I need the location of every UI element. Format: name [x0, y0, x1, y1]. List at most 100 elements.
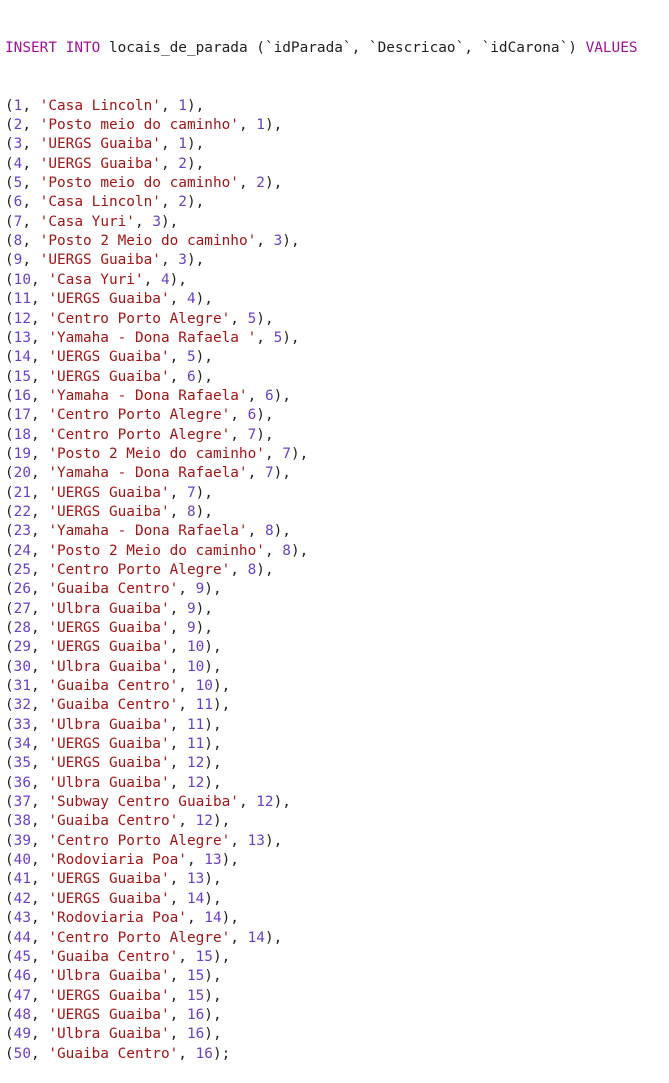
- column-name: idParada: [273, 39, 343, 56]
- id-carona-value: 3: [178, 252, 187, 269]
- id-parada-value: 47: [13, 987, 31, 1004]
- descricao-value: 'UERGS Guaiba': [48, 484, 170, 501]
- values-row: (46, 'Ulbra Guaiba', 15),: [5, 968, 222, 985]
- id-carona-value: 11: [186, 736, 205, 753]
- descricao-value: 'Rodoviaria Poa': [48, 852, 187, 869]
- id-parada-value: 45: [13, 948, 31, 965]
- table-name: locais_de_parada: [108, 39, 248, 56]
- values-row: (44, 'Centro Porto Alegre', 14),: [5, 929, 283, 946]
- id-parada-value: 5: [13, 175, 23, 192]
- id-parada-value: 19: [13, 445, 31, 462]
- id-carona-value: 5: [247, 310, 257, 327]
- id-parada-value: 31: [13, 678, 31, 695]
- id-carona-value: 9: [195, 581, 205, 598]
- descricao-value: 'Centro Porto Alegre': [48, 561, 231, 578]
- id-carona-value: 11: [186, 716, 205, 733]
- id-carona-value: 1: [178, 97, 187, 114]
- values-row: (3, 'UERGS Guaiba', 1),: [5, 136, 205, 153]
- sql-code-editor[interactable]: INSERT INTO locais_de_parada (`idParada`…: [0, 0, 669, 1083]
- values-row: (14, 'UERGS Guaiba', 5),: [5, 349, 213, 366]
- id-parada-value: 44: [13, 929, 31, 946]
- id-carona-value: 8: [264, 523, 274, 540]
- values-row: (19, 'Posto 2 Meio do caminho', 7),: [5, 445, 309, 462]
- id-parada-value: 30: [13, 658, 31, 675]
- id-parada-value: 40: [13, 852, 31, 869]
- values-row: (24, 'Posto 2 Meio do caminho', 8),: [5, 542, 309, 559]
- id-parada-value: 4: [13, 155, 23, 172]
- descricao-value: 'Centro Porto Alegre': [48, 407, 231, 424]
- values-row: (48, 'UERGS Guaiba', 16),: [5, 1006, 222, 1023]
- values-row: (8, 'Posto 2 Meio do caminho', 3),: [5, 233, 300, 250]
- descricao-value: 'Ulbra Guaiba': [48, 600, 170, 617]
- values-row: (12, 'Centro Porto Alegre', 5),: [5, 310, 274, 327]
- id-carona-value: 10: [186, 639, 205, 656]
- values-row: (41, 'UERGS Guaiba', 13),: [5, 871, 222, 888]
- values-row: (47, 'UERGS Guaiba', 15),: [5, 987, 222, 1004]
- id-parada-value: 13: [13, 329, 31, 346]
- descricao-value: 'Guaiba Centro': [48, 678, 179, 695]
- descricao-value: 'Guaiba Centro': [48, 697, 179, 714]
- descricao-value: 'UERGS Guaiba': [48, 1006, 170, 1023]
- values-row: (31, 'Guaiba Centro', 10),: [5, 678, 231, 695]
- id-carona-value: 14: [247, 929, 265, 946]
- id-parada-value: 46: [13, 968, 31, 985]
- id-parada-value: 37: [13, 794, 31, 811]
- id-carona-value: 12: [186, 774, 205, 791]
- id-parada-value: 22: [13, 503, 31, 520]
- id-parada-value: 35: [13, 755, 31, 772]
- values-row: (13, 'Yamaha - Dona Rafaela ', 5),: [5, 329, 300, 346]
- id-parada-value: 38: [13, 813, 31, 830]
- values-row: (42, 'UERGS Guaiba', 14),: [5, 890, 222, 907]
- id-carona-value: 12: [186, 755, 205, 772]
- id-carona-value: 8: [247, 561, 257, 578]
- id-carona-value: 14: [204, 910, 222, 927]
- values-row: (7, 'Casa Yuri', 3),: [5, 213, 179, 230]
- id-parada-value: 42: [13, 890, 31, 907]
- id-carona-value: 7: [264, 465, 274, 482]
- id-carona-value: 12: [256, 794, 274, 811]
- id-parada-value: 16: [13, 387, 31, 404]
- id-carona-value: 2: [178, 194, 187, 211]
- descricao-value: 'UERGS Guaiba': [48, 503, 170, 520]
- id-carona-value: 12: [195, 813, 213, 830]
- descricao-value: 'Yamaha - Dona Rafaela ': [48, 329, 257, 346]
- descricao-value: 'Posto meio do caminho': [39, 175, 239, 192]
- id-carona-value: 13: [204, 852, 222, 869]
- id-parada-value: 32: [13, 697, 31, 714]
- id-carona-value: 2: [178, 155, 187, 172]
- descricao-value: 'UERGS Guaiba': [48, 890, 170, 907]
- id-carona-value: 11: [195, 697, 213, 714]
- values-row: (40, 'Rodoviaria Poa', 13),: [5, 852, 239, 869]
- descricao-value: 'UERGS Guaiba': [48, 736, 170, 753]
- descricao-value: 'Ulbra Guaiba': [48, 968, 170, 985]
- id-parada-value: 2: [13, 117, 23, 134]
- values-row: (33, 'Ulbra Guaiba', 11),: [5, 716, 222, 733]
- column-name: idCarona: [490, 39, 560, 56]
- id-carona-value: 14: [186, 890, 205, 907]
- descricao-value: 'Rodoviaria Poa': [48, 910, 187, 927]
- descricao-value: 'Ulbra Guaiba': [48, 716, 170, 733]
- id-carona-value: 9: [186, 600, 196, 617]
- descricao-value: 'UERGS Guaiba': [39, 136, 161, 153]
- values-row: (49, 'Ulbra Guaiba', 16),: [5, 1026, 222, 1043]
- column-name: Descricao: [377, 39, 456, 56]
- id-carona-value: 8: [186, 503, 196, 520]
- id-carona-value: 7: [186, 484, 196, 501]
- id-parada-value: 12: [13, 310, 31, 327]
- values-row: (15, 'UERGS Guaiba', 6),: [5, 368, 213, 385]
- values-row: (18, 'Centro Porto Alegre', 7),: [5, 426, 274, 443]
- values-row: (30, 'Ulbra Guaiba', 10),: [5, 658, 222, 675]
- id-carona-value: 5: [273, 329, 283, 346]
- values-row: (37, 'Subway Centro Guaiba', 12),: [5, 794, 291, 811]
- values-row: (10, 'Casa Yuri', 4),: [5, 271, 187, 288]
- insert-keyword: INSERT: [5, 39, 57, 56]
- id-carona-value: 13: [186, 871, 205, 888]
- values-row: (23, 'Yamaha - Dona Rafaela', 8),: [5, 523, 291, 540]
- values-row: (26, 'Guaiba Centro', 9),: [5, 581, 222, 598]
- insert-statement-header: INSERT INTO locais_de_parada (`idParada`…: [5, 39, 638, 56]
- id-parada-value: 43: [13, 910, 31, 927]
- values-row: (4, 'UERGS Guaiba', 2),: [5, 155, 205, 172]
- id-carona-value: 1: [256, 117, 265, 134]
- descricao-value: 'UERGS Guaiba': [48, 871, 170, 888]
- id-parada-value: 17: [13, 407, 31, 424]
